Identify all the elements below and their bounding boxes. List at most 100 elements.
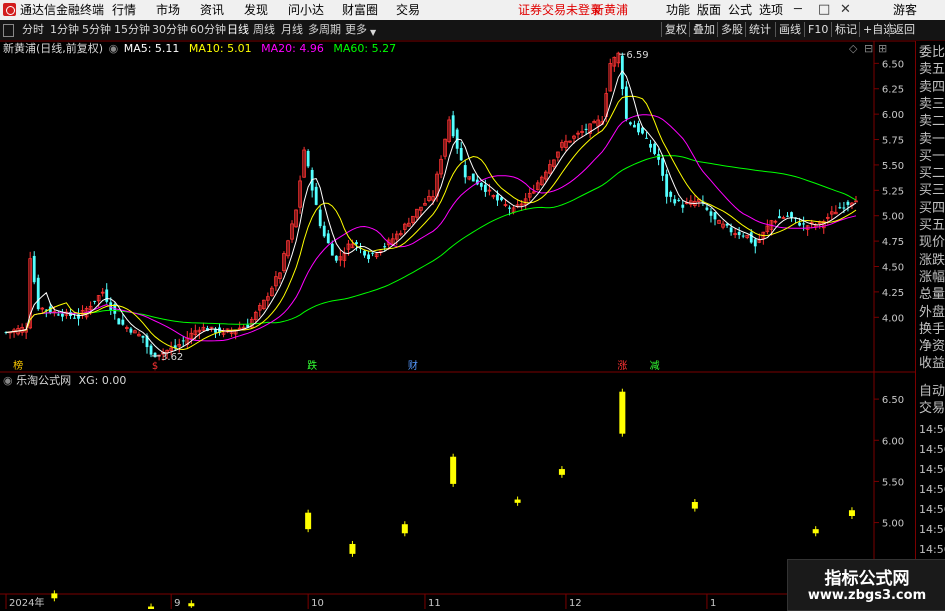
login-notice[interactable]: 证券交易未登录 bbox=[518, 2, 602, 18]
period-15min[interactable]: 15分钟 bbox=[114, 23, 150, 37]
y-tick-label: 6.50 bbox=[882, 59, 904, 70]
quote-field-label: 净资 bbox=[919, 339, 945, 355]
candle bbox=[459, 147, 463, 161]
tick-time: 14:56 bbox=[919, 503, 945, 516]
menu-item-gongshi[interactable]: 公式 bbox=[728, 2, 752, 18]
tool-duogu[interactable]: 多股 bbox=[717, 22, 746, 37]
sub-y-tick-label: 5.00 bbox=[882, 519, 904, 530]
y-tick-label: 4.00 bbox=[882, 313, 904, 324]
menu-item-caifuquan[interactable]: 财富圈 bbox=[342, 2, 378, 18]
period-monthly[interactable]: 月线 bbox=[281, 23, 303, 37]
tool-f10[interactable]: F10 bbox=[804, 22, 831, 37]
signal-bar bbox=[51, 593, 58, 599]
menu-item-xuanxiang[interactable]: 选项 bbox=[759, 2, 783, 18]
candle bbox=[846, 201, 850, 205]
y-tick-label: 6.00 bbox=[882, 110, 904, 121]
period-multi[interactable]: 多周期 bbox=[308, 23, 341, 37]
quote-field-label: 外盘 bbox=[919, 304, 945, 320]
period-more[interactable]: 更多 bbox=[345, 23, 367, 37]
quote-field-label: 买三 bbox=[919, 183, 945, 199]
candle bbox=[628, 122, 632, 125]
quote-field-label: 卖二 bbox=[919, 114, 945, 130]
quote-field-label: 委比 bbox=[919, 45, 945, 60]
candle bbox=[713, 212, 717, 220]
quote-field-label: 卖三 bbox=[919, 96, 945, 112]
menu-item-zixun[interactable]: 资讯 bbox=[200, 2, 224, 18]
tool-tongji[interactable]: 统计 bbox=[745, 22, 774, 37]
candle bbox=[355, 242, 358, 245]
event-marker: 跌 bbox=[307, 359, 317, 372]
menu-item-gongneng[interactable]: 功能 bbox=[666, 2, 690, 18]
candle bbox=[363, 250, 366, 256]
kline-chart[interactable]: 6.50 6.25 6.00 5.75 5.50 5.25 5.00 4.75 4.50 4.25… bbox=[0, 41, 915, 609]
candle bbox=[451, 115, 455, 137]
period-weekly[interactable]: 周线 bbox=[253, 23, 275, 37]
signal-bar bbox=[188, 603, 195, 607]
candle bbox=[669, 191, 673, 197]
period-5min[interactable]: 5分钟 bbox=[82, 23, 111, 37]
period-toolbar: 分时 1分钟 5分钟 15分钟 30分钟 60分钟 日线 周线 月线 多周期 更… bbox=[0, 20, 945, 41]
candle bbox=[383, 246, 387, 248]
tick-time: 14:56 bbox=[919, 463, 945, 476]
low-price-label: 3.62 bbox=[161, 352, 183, 363]
tool-huaxian[interactable]: 画线 bbox=[775, 22, 804, 37]
ma-line-ma10 bbox=[5, 95, 857, 351]
trade-panel-label[interactable]: 自动 bbox=[919, 384, 945, 399]
candle bbox=[661, 158, 665, 176]
tool-diejia[interactable]: 叠加 bbox=[689, 22, 718, 37]
menu-item-wenxiaoda[interactable]: 问小达 bbox=[288, 2, 324, 18]
minimize-icon[interactable]: ─ bbox=[794, 2, 802, 18]
candle bbox=[141, 335, 145, 338]
candle bbox=[61, 313, 64, 317]
close-icon[interactable]: ✕ bbox=[840, 2, 851, 18]
x-tick-label: 9 bbox=[174, 598, 180, 609]
ma-line-ma20 bbox=[5, 114, 857, 342]
collapse-icon[interactable] bbox=[3, 24, 14, 37]
quote-field-label: 涨跌 bbox=[919, 252, 945, 268]
candle bbox=[314, 186, 318, 205]
period-daily[interactable]: 日线 bbox=[227, 23, 249, 37]
signal-bar bbox=[514, 499, 521, 503]
candle bbox=[73, 317, 76, 319]
menu-item-shichang[interactable]: 市场 bbox=[156, 2, 180, 18]
period-60min[interactable]: 60分钟 bbox=[190, 23, 226, 37]
high-price-label: 6.59 bbox=[626, 50, 648, 61]
period-30min[interactable]: 30分钟 bbox=[152, 23, 188, 37]
candle bbox=[737, 231, 741, 236]
candle bbox=[306, 150, 310, 167]
candle bbox=[753, 239, 757, 247]
candle bbox=[673, 199, 677, 204]
candle bbox=[483, 184, 487, 192]
maximize-icon[interactable]: □ bbox=[818, 2, 830, 18]
menu-item-hangqing[interactable]: 行情 bbox=[112, 2, 136, 18]
candle bbox=[705, 207, 709, 210]
menu-item-faxian[interactable]: 发现 bbox=[244, 2, 268, 18]
menu-bar: 通达信金融终端 行情 市场 资讯 发现 问小达 财富圈 交易 证券交易未登录 新… bbox=[0, 0, 945, 20]
menu-item-banmian[interactable]: 版面 bbox=[697, 2, 721, 18]
candle bbox=[637, 123, 640, 133]
candle bbox=[749, 232, 753, 243]
tool-biaoji[interactable]: 标记 bbox=[831, 22, 860, 37]
candle bbox=[649, 143, 652, 148]
menu-item-jiaoyi[interactable]: 交易 bbox=[396, 2, 420, 18]
candle bbox=[117, 318, 121, 325]
watermark-line1: 指标公式网 bbox=[824, 569, 910, 589]
x-tick-label: 2024年 bbox=[9, 596, 44, 609]
tool-back[interactable]: 返回 bbox=[889, 22, 918, 37]
period-1min[interactable]: 1分钟 bbox=[50, 23, 79, 37]
user-guest[interactable]: 游客 bbox=[893, 2, 917, 18]
period-fenshi[interactable]: 分时 bbox=[22, 23, 44, 37]
signal-bar bbox=[848, 510, 855, 516]
x-tick-label: 12 bbox=[569, 598, 582, 609]
tool-fuquan[interactable]: 复权 bbox=[661, 22, 690, 37]
trade-panel-label[interactable]: 交易 bbox=[919, 401, 945, 416]
quote-field-label: 收益 bbox=[919, 356, 945, 372]
y-tick-label: 6.25 bbox=[882, 85, 904, 96]
y-tick-label: 5.25 bbox=[882, 186, 904, 197]
quote-side-panel: 委比 卖五 卖四 卖三 卖二 卖一 买一 买二 买三 买四 买五 现价 涨跌 涨幅 总量 外盘 换手 净资 收益 自动… bbox=[915, 41, 945, 609]
event-marker: 榜 bbox=[13, 359, 23, 372]
quote-field-label: 买二 bbox=[919, 166, 945, 182]
more-dropdown-icon[interactable]: ▼ bbox=[370, 26, 376, 40]
candle bbox=[709, 211, 713, 216]
candle bbox=[798, 222, 801, 226]
